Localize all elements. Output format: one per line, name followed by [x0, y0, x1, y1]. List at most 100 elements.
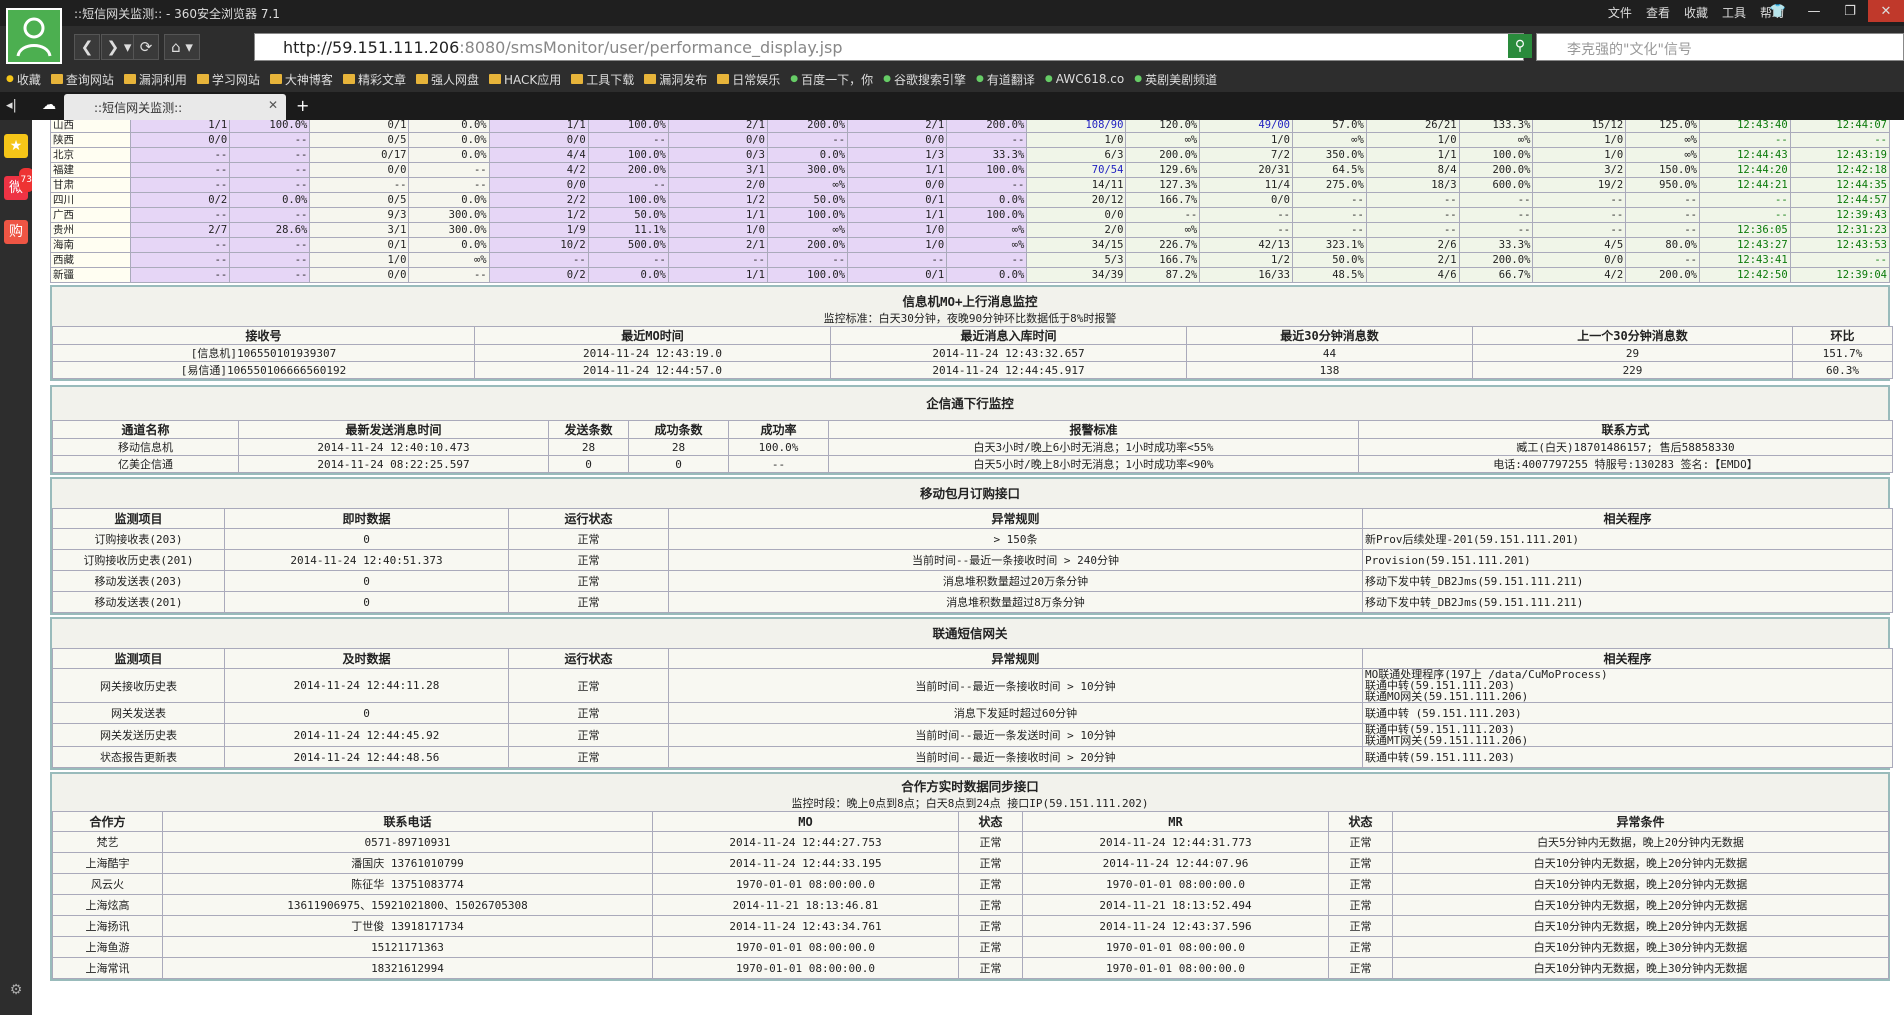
province-cell: -- [946, 132, 1028, 148]
table-cell: 2014-11-24 12:40:51.373 [224, 549, 509, 571]
province-row: 山西 1/1 100.0% 0/1 0.0% 1/1 100.0% 2/1 200.0% 2/1 2… [49, 120, 1891, 133]
tab-close-icon[interactable]: ✕ [268, 98, 278, 112]
close-button[interactable]: ✕ [1868, 0, 1904, 22]
cloud-icon[interactable]: ☁ [42, 97, 56, 113]
province-cell: 14/11 [1026, 177, 1127, 193]
column-header: 状态 [1328, 811, 1393, 832]
bookmark-item[interactable]: 精彩文章 [342, 71, 406, 88]
minimize-button[interactable]: — [1796, 0, 1832, 22]
province-cell: -- [1292, 192, 1367, 208]
bookmark-item[interactable]: 学习网站 [196, 71, 260, 88]
table-cell: 白天10分钟内无数据，晚上20分钟内无数据 [1392, 915, 1889, 937]
window-controls: 👕 — ❐ ✕ [1760, 0, 1904, 22]
shopping-icon[interactable]: 购 [4, 220, 28, 244]
maximize-button[interactable]: ❐ [1832, 0, 1868, 22]
bookmark-label: 日常娱乐 [732, 72, 781, 87]
table-cell: 138 [1186, 361, 1473, 379]
province-cell: ∞% [946, 222, 1028, 238]
province-cell: 66.7% [1458, 267, 1534, 283]
province-cell: 12:44:35 [1789, 177, 1891, 193]
table-cell: 正常 [1328, 852, 1393, 874]
province-cell: 0/0 [847, 177, 948, 193]
table-cell: 正常 [508, 668, 669, 703]
monitor-page: 山西 1/1 100.0% 0/1 0.0% 1/1 100.0% 2/1 200.0% 2/1 2… [49, 120, 1893, 981]
province-cell: 11/4 [1199, 177, 1293, 193]
province-cell: -- [766, 252, 849, 268]
province-cell: 1/1 [130, 120, 231, 133]
province-cell: 12:36:05 [1699, 222, 1791, 238]
province-cell: 2/1 [847, 120, 948, 133]
province-cell: 0/1 [847, 192, 948, 208]
user-avatar[interactable] [6, 8, 62, 64]
province-cell: 0.0% [946, 267, 1028, 283]
province-cell: -- [587, 252, 669, 268]
province-cell: 200.0% [1125, 147, 1201, 163]
province-cell: -- [1625, 222, 1700, 238]
province-cell: 0/17 [309, 147, 410, 163]
bookmark-item[interactable]: 大神博客 [269, 71, 333, 88]
bookmark-item[interactable]: 强人网盘 [415, 71, 479, 88]
home-button[interactable]: ⌂ ▾ [164, 34, 200, 60]
bookmark-item[interactable]: ● 谷歌搜索引擎 [883, 71, 966, 88]
table-cell: 2014-11-21 18:13:46.81 [652, 894, 959, 916]
bookmark-item[interactable]: 工具下载 [571, 71, 634, 88]
province-row: 陕西 0/0 -- 0/5 0.0% 0/0 -- 0/0 -- 0/0 -- 1/0 ∞% 1/0 ∞% 1… [49, 132, 1891, 148]
menu-item[interactable]: 文件 [1608, 4, 1632, 21]
bookmark-item[interactable]: 日常娱乐 [717, 71, 780, 88]
table-cell: 白天10分钟内无数据，晚上20分钟内无数据 [1392, 852, 1889, 874]
search-input[interactable]: 李克强的"文化"信号 [1536, 33, 1904, 61]
bookmark-item[interactable]: ● 收藏 [6, 71, 41, 88]
forward-button[interactable]: ❯ ▾ [101, 34, 137, 60]
province-cell: -- [1365, 207, 1460, 223]
favorites-star-icon[interactable]: ★ [4, 134, 28, 158]
table-row: 梵艺 0571-89710931 2014-11-24 12:44:27.753 正常… [52, 831, 1889, 853]
bookmark-item[interactable]: 漏洞利用 [123, 71, 187, 88]
table-cell: 1970-01-01 08:00:00.0 [652, 873, 959, 895]
province-cell: 10/2 [488, 237, 589, 253]
province-cell: 0.0% [408, 192, 490, 208]
section-subtitle: 监控标准：白天30分钟，夜晚90分钟环比数据低于8%时报警 [823, 312, 1117, 325]
province-cell: 0/0 [488, 132, 589, 148]
table-cell: 状态报告更新表 [52, 746, 225, 768]
table-cell: 白天3小时/晚上6小时无消息；1小时成功率<55% [828, 438, 1359, 456]
table-cell: 2014-11-24 12:44:07.96 [1022, 852, 1329, 874]
menu-item[interactable]: 查看 [1646, 4, 1670, 21]
bookmark-label: AWC618.co [1055, 72, 1125, 86]
new-tab-button[interactable]: + [296, 96, 309, 115]
weibo-icon[interactable]: 微 73 [4, 168, 34, 200]
bookmark-item[interactable]: ● 有道翻译 [976, 71, 1035, 88]
column-header: 监测项目 [52, 648, 225, 669]
table-cell: 2014-11-24 12:43:32.657 [830, 344, 1187, 362]
skin-icon[interactable]: 👕 [1760, 0, 1796, 22]
table-cell: 2014-11-24 12:43:34.761 [652, 915, 959, 937]
province-cell: 100.0% [766, 207, 849, 223]
menu-item[interactable]: 工具 [1722, 4, 1746, 21]
bookmark-item[interactable]: 漏洞发布 [644, 71, 707, 88]
search-engine-icon[interactable]: ⚲ [1508, 34, 1532, 58]
province-cell: 300.0% [766, 162, 849, 178]
table-cell: 13611906975、15921021800、15026705308 [162, 894, 653, 916]
menu-item[interactable]: 收藏 [1684, 4, 1708, 21]
settings-gear-icon[interactable]: ⚙ [4, 978, 28, 1002]
table-cell: 联通中转(59.151.111.203) 联通MT网关(59.151.111.20… [1362, 723, 1893, 747]
address-bar[interactable]: http://59.151.111.206:8080/smsMonitor/us… [254, 33, 1524, 61]
bookmark-item[interactable]: ● AWC618.co [1045, 72, 1124, 86]
province-cell: 18/3 [1365, 177, 1460, 193]
column-header: 即时数据 [224, 508, 509, 529]
province-cell: -- [229, 162, 311, 178]
bookmark-item[interactable]: HACK应用 [488, 71, 561, 88]
tab-active[interactable]: ::短信网关监测:: ✕ [64, 94, 286, 120]
back-button[interactable]: ❮ [74, 34, 100, 60]
refresh-button[interactable]: ⟳ [133, 34, 159, 60]
bookmark-item[interactable]: ● 百度一下，你 [790, 71, 873, 88]
province-cell: 50.0% [587, 207, 669, 223]
province-cell: 12:44:43 [1699, 147, 1791, 163]
bookmark-item[interactable]: ● 英剧美剧频道 [1134, 71, 1217, 88]
province-row: 新疆 -- -- 0/0 -- 0/2 0.0% 1/1 100.0% 0/1 0.0% 34/39 8… [49, 267, 1891, 283]
sidebar-toggle-icon[interactable]: ◂| [6, 98, 17, 113]
column-header: 异常条件 [1392, 811, 1889, 832]
page-content: 山西 1/1 100.0% 0/1 0.0% 1/1 100.0% 2/1 200.0% 2/1 2… [32, 120, 1904, 1015]
bookmark-item[interactable]: 查询网站 [50, 71, 114, 88]
province-cell: -- [130, 252, 231, 268]
web-icon: ● [1044, 74, 1053, 84]
